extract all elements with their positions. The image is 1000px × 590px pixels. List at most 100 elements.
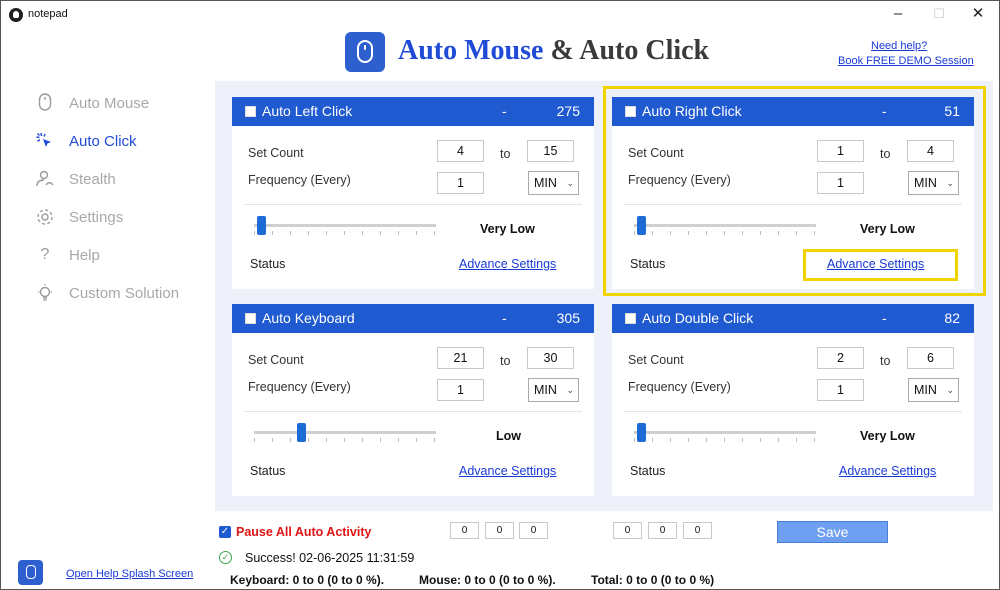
minimize-button[interactable]: – — [881, 3, 915, 25]
speed-level: Very Low — [860, 429, 915, 443]
count-from-input[interactable]: 2 — [817, 347, 864, 369]
speed-slider-track[interactable] — [254, 431, 436, 434]
book-demo-link[interactable]: Book FREE DEMO Session — [838, 55, 974, 67]
sidebar-item-label: Settings — [69, 209, 124, 226]
count-to-input[interactable]: 6 — [907, 347, 954, 369]
select-value: MIN — [534, 383, 557, 397]
time-b-minutes-input[interactable]: 0 — [648, 522, 677, 539]
sidebar-item-settings[interactable]: Settings — [35, 203, 210, 231]
slider-tick — [416, 231, 417, 235]
slider-tick — [362, 231, 363, 235]
time-a-seconds-input[interactable]: 0 — [519, 522, 548, 539]
select-value: MIN — [914, 383, 937, 397]
close-button[interactable]: ✕ — [961, 3, 995, 25]
app-title-part1: Auto Mouse — [398, 35, 544, 66]
speed-slider-thumb[interactable] — [297, 423, 307, 442]
advance-settings-link[interactable]: Advance Settings — [459, 257, 556, 271]
frequency-label: Frequency (Every) — [248, 380, 351, 394]
select-value: MIN — [534, 176, 557, 190]
advance-settings-link[interactable]: Advance Settings — [459, 464, 556, 478]
app-title-part2: & Auto Click — [550, 35, 710, 66]
pause-checkbox[interactable]: ✓ — [219, 526, 231, 538]
card-header: Auto Keyboard - 305 — [232, 304, 594, 333]
count-from-input[interactable]: 21 — [437, 347, 484, 369]
open-help-splash-link[interactable]: Open Help Splash Screen — [66, 568, 193, 580]
slider-tick — [254, 438, 255, 442]
frequency-input[interactable]: 1 — [437, 379, 484, 401]
stealth-icon — [35, 169, 55, 189]
to-label: to — [500, 354, 511, 368]
enable-checkbox[interactable] — [245, 106, 256, 117]
sidebar-item-help[interactable]: ? Help — [35, 241, 210, 269]
count-from-input[interactable]: 4 — [437, 140, 484, 162]
slider-tick — [398, 438, 399, 442]
click-icon — [35, 131, 55, 151]
frequency-unit-select[interactable]: MIN ⌄ — [528, 378, 579, 402]
slider-tick — [434, 438, 435, 442]
frequency-input[interactable]: 1 — [817, 379, 864, 401]
card-dash: - — [502, 103, 507, 119]
sidebar-item-label: Stealth — [69, 171, 116, 188]
slider-ticks — [254, 438, 436, 443]
sidebar-item-auto-mouse[interactable]: Auto Mouse — [35, 89, 210, 117]
status-label: Status — [250, 257, 286, 271]
count-to-input[interactable]: 15 — [527, 140, 574, 162]
speed-slider-thumb[interactable] — [637, 423, 647, 442]
divider — [244, 204, 582, 205]
slider-tick — [254, 231, 255, 235]
time-a-hours-input[interactable]: 0 — [450, 522, 479, 539]
speed-slider-track[interactable] — [634, 431, 816, 434]
slider-tick — [308, 231, 309, 235]
speed-slider-thumb[interactable] — [257, 216, 267, 235]
sidebar-item-label: Auto Mouse — [69, 95, 150, 112]
maximize-button[interactable]: ☐ — [922, 3, 956, 25]
slider-tick — [760, 438, 761, 442]
success-message: Success! 02-06-2025 11:31:59 — [245, 551, 415, 565]
card-count: 275 — [556, 103, 580, 119]
keyboard-stat: Keyboard: 0 to 0 (0 to 0 %). — [230, 573, 385, 587]
set-count-label: Set Count — [248, 353, 304, 367]
slider-tick — [326, 231, 327, 235]
title-bar: notepad – ☐ ✕ — [1, 1, 999, 29]
gear-icon — [35, 207, 55, 227]
window-title: notepad — [28, 8, 68, 20]
save-button[interactable]: Save — [777, 521, 888, 543]
slider-tick — [362, 438, 363, 442]
card-title: Auto Left Click — [262, 103, 353, 119]
time-b-seconds-input[interactable]: 0 — [683, 522, 712, 539]
card-header: Auto Left Click - 275 — [232, 97, 594, 126]
enable-checkbox[interactable] — [625, 313, 636, 324]
slider-tick — [272, 438, 273, 442]
card-count: 305 — [556, 310, 580, 326]
pause-label: Pause All Auto Activity — [236, 525, 372, 539]
slider-tick — [724, 438, 725, 442]
frequency-unit-select[interactable]: MIN ⌄ — [908, 378, 959, 402]
advance-settings-link[interactable]: Advance Settings — [839, 464, 936, 478]
count-to-input[interactable]: 30 — [527, 347, 574, 369]
frequency-unit-select[interactable]: MIN ⌄ — [528, 171, 579, 195]
need-help-link[interactable]: Need help? — [871, 40, 927, 52]
slider-tick — [380, 438, 381, 442]
sidebar-item-custom-solution[interactable]: Custom Solution — [35, 279, 210, 307]
app-window: notepad – ☐ ✕ Auto Mouse & Auto Click Ne… — [0, 0, 1000, 590]
slider-tick — [308, 438, 309, 442]
time-b-hours-input[interactable]: 0 — [613, 522, 642, 539]
mouse-stat: Mouse: 0 to 0 (0 to 0 %). — [419, 573, 556, 587]
slider-tick — [814, 438, 815, 442]
enable-checkbox[interactable] — [245, 313, 256, 324]
frequency-input[interactable]: 1 — [437, 172, 484, 194]
sidebar-item-label: Custom Solution — [69, 285, 180, 302]
time-a-minutes-input[interactable]: 0 — [485, 522, 514, 539]
speed-level: Very Low — [480, 222, 535, 236]
card-title: Auto Keyboard — [262, 310, 355, 326]
sidebar-item-stealth[interactable]: Stealth — [35, 165, 210, 193]
speed-slider-track[interactable] — [254, 224, 436, 227]
card-header: Auto Double Click - 82 — [612, 304, 974, 333]
slider-tick — [380, 231, 381, 235]
chevron-down-icon: ⌄ — [566, 385, 574, 395]
app-header: Auto Mouse & Auto Click Need help? Book … — [1, 29, 999, 79]
slider-tick — [326, 438, 327, 442]
sidebar-item-auto-click[interactable]: Auto Click — [35, 127, 210, 155]
card-auto-left-click: Auto Left Click - 275 Set Count 4 to 15 … — [232, 97, 594, 289]
mouse-icon — [35, 93, 55, 113]
